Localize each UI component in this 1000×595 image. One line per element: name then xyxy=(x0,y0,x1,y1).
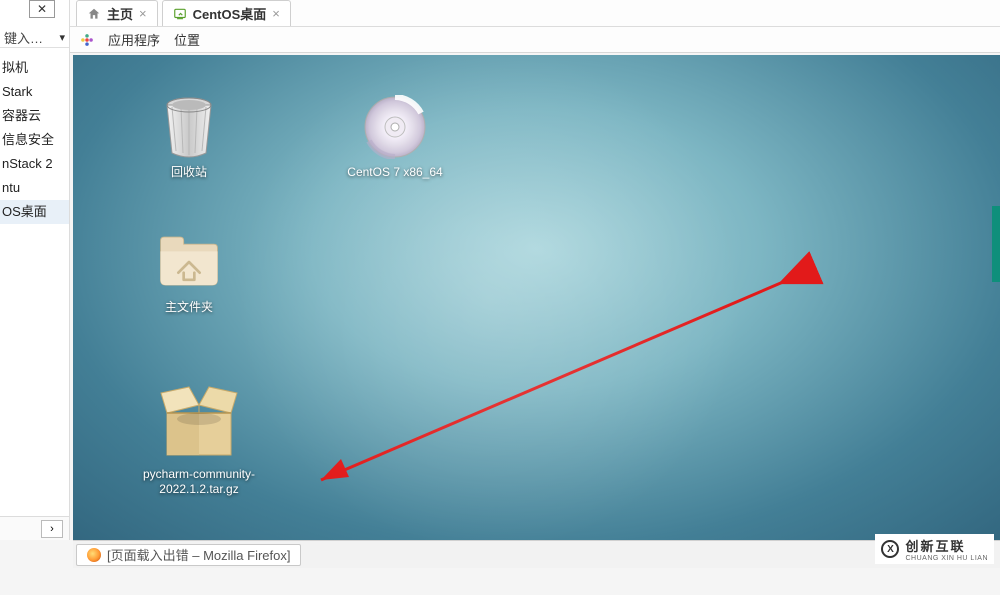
tab-bar: 主页 × CentOS桌面 × xyxy=(70,0,1000,27)
watermark-text: 创新互联 xyxy=(905,539,965,554)
desktop-icon-home[interactable]: 主文件夹 xyxy=(129,230,249,315)
close-icon[interactable]: × xyxy=(139,6,147,21)
sidebar-close-button[interactable]: ✕ xyxy=(29,0,55,18)
desktop[interactable]: 回收站 CentOS 7 x86_64 主文件夹 xyxy=(73,55,1000,540)
tab-label: 主页 xyxy=(107,4,133,23)
sidebar-expand-button[interactable]: › xyxy=(41,520,63,538)
sidebar-filter-text: 键入… xyxy=(4,28,59,47)
vm-item[interactable]: 拟机 xyxy=(0,56,69,80)
tab-home[interactable]: 主页 × xyxy=(76,0,158,26)
desktop-icon-label: 回收站 xyxy=(129,165,249,180)
vm-icon xyxy=(173,7,187,21)
desktop-icon-label: 主文件夹 xyxy=(129,300,249,315)
home-folder-icon xyxy=(157,230,221,294)
disc-icon xyxy=(363,95,427,159)
annotation-arrow xyxy=(146,110,1000,595)
watermark: X 创新互联 CHUANG XIN HU LIAN xyxy=(875,534,994,564)
package-icon xyxy=(159,385,239,461)
desktop-icon-package[interactable]: pycharm-community- 2022.1.2.tar.gz xyxy=(119,385,279,497)
vm-item[interactable]: Stark xyxy=(0,80,69,104)
sidebar-filter[interactable]: 键入… ▾ xyxy=(0,28,69,48)
home-icon xyxy=(87,7,101,21)
watermark-subtext: CHUANG XIN HU LIAN xyxy=(905,555,988,562)
desktop-icon-label: CentOS 7 x86_64 xyxy=(335,165,455,180)
vm-item[interactable]: 容器云 xyxy=(0,104,69,128)
chevron-down-icon: ▾ xyxy=(59,31,65,44)
close-icon[interactable]: × xyxy=(272,6,280,21)
vm-item[interactable]: 信息安全 xyxy=(0,128,69,152)
vm-sidebar: ✕ 键入… ▾ 拟机 Stark 容器云 信息安全 nStack 2 ntu O… xyxy=(0,0,70,540)
tab-label: CentOS桌面 xyxy=(193,4,267,23)
activities-icon[interactable] xyxy=(80,33,94,47)
vm-list: 拟机 Stark 容器云 信息安全 nStack 2 ntu OS桌面 xyxy=(0,56,69,224)
firefox-icon xyxy=(87,548,101,562)
watermark-logo-icon: X xyxy=(881,540,899,558)
right-accent xyxy=(992,206,1000,282)
vm-item[interactable]: nStack 2 xyxy=(0,152,69,176)
taskbar-firefox[interactable]: [页面载入出错 – Mozilla Firefox] xyxy=(76,544,301,566)
vm-item[interactable]: ntu xyxy=(0,176,69,200)
taskbar: [页面载入出错 – Mozilla Firefox] xyxy=(73,540,1000,568)
sidebar-footer: › xyxy=(0,516,69,540)
vm-item[interactable]: OS桌面 xyxy=(0,200,69,224)
desktop-icon-disc[interactable]: CentOS 7 x86_64 xyxy=(335,95,455,180)
taskbar-app-title: [页面载入出错 – Mozilla Firefox] xyxy=(107,545,290,564)
desktop-icon-label: pycharm-community- 2022.1.2.tar.gz xyxy=(119,467,279,497)
trash-icon xyxy=(157,95,221,159)
menu-places[interactable]: 位置 xyxy=(174,30,200,49)
desktop-icon-trash[interactable]: 回收站 xyxy=(129,95,249,180)
menu-applications[interactable]: 应用程序 xyxy=(108,30,160,49)
tab-centos[interactable]: CentOS桌面 × xyxy=(162,0,291,26)
gnome-menubar: 应用程序 位置 xyxy=(70,27,1000,53)
